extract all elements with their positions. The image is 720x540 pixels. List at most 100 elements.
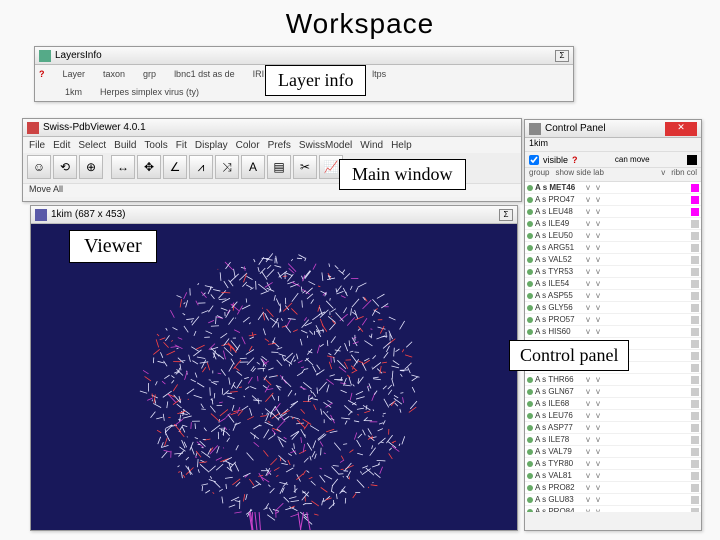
color-swatch[interactable] — [691, 316, 699, 324]
chain-dot-icon — [527, 269, 533, 275]
menu-fit[interactable]: Fit — [176, 140, 187, 151]
list-item[interactable]: A s LEU48vv — [525, 206, 701, 218]
slab-icon[interactable]: ▤ — [267, 155, 291, 179]
viewer-titlebar[interactable]: 1kim (687 x 453) Σ — [31, 206, 517, 224]
chain-dot-icon — [527, 497, 533, 503]
label-icon[interactable]: A — [241, 155, 265, 179]
color-swatch[interactable] — [691, 268, 699, 276]
list-item[interactable]: A s VAL79vv — [525, 446, 701, 458]
v2: v — [593, 471, 603, 480]
v2: v — [593, 399, 603, 408]
color-swatch[interactable] — [691, 472, 699, 480]
color-swatch[interactable] — [691, 388, 699, 396]
viewer-canvas[interactable] — [31, 224, 517, 530]
visible-checkbox[interactable] — [529, 155, 539, 165]
color-swatch[interactable] — [691, 436, 699, 444]
color-swatch[interactable] — [691, 400, 699, 408]
color-swatch[interactable] — [691, 232, 699, 240]
rotate-icon[interactable]: ⟲ — [53, 155, 77, 179]
color-swatch[interactable] — [691, 208, 699, 216]
list-item[interactable]: A s PRO84vv — [525, 506, 701, 512]
menu-prefs[interactable]: Prefs — [268, 140, 291, 151]
list-item[interactable]: A s ILE54vv — [525, 278, 701, 290]
close-icon[interactable]: Σ — [555, 50, 569, 62]
residue-name: A s GLU83 — [535, 495, 583, 504]
list-item[interactable]: A s MET46vv — [525, 182, 701, 194]
list-item[interactable]: A s LEU76vv — [525, 410, 701, 422]
cp-title: Control Panel — [545, 123, 606, 134]
color-swatch[interactable] — [691, 304, 699, 312]
color-swatch[interactable] — [691, 256, 699, 264]
color-swatch[interactable] — [691, 220, 699, 228]
menu-select[interactable]: Select — [78, 140, 106, 151]
list-item[interactable]: A s ILE49vv — [525, 218, 701, 230]
color-swatch[interactable] — [691, 352, 699, 360]
list-item[interactable]: A s ASP77vv — [525, 422, 701, 434]
angle-icon[interactable]: ⩘ — [189, 155, 213, 179]
measure-icon[interactable]: ∠ — [163, 155, 187, 179]
help-icon[interactable]: ? — [572, 155, 578, 165]
menu-file[interactable]: File — [29, 140, 45, 151]
menu-edit[interactable]: Edit — [53, 140, 70, 151]
color-swatch[interactable] — [691, 292, 699, 300]
menu-tools[interactable]: Tools — [144, 140, 167, 151]
panel-icon — [529, 123, 541, 135]
face-icon[interactable]: ☺ — [27, 155, 51, 179]
list-item[interactable]: A s ASP55vv — [525, 290, 701, 302]
center-icon[interactable]: ⊕ — [79, 155, 103, 179]
color-swatch[interactable] — [691, 280, 699, 288]
color-swatch[interactable] — [691, 196, 699, 204]
list-item[interactable]: A s THR66vv — [525, 374, 701, 386]
list-item[interactable]: A s TYR80vv — [525, 458, 701, 470]
cp-titlebar[interactable]: Control Panel ✕ — [525, 120, 701, 138]
color-swatch[interactable] — [691, 412, 699, 420]
close-icon[interactable]: ✕ — [665, 122, 697, 136]
color-swatch[interactable] — [691, 424, 699, 432]
color-swatch[interactable] — [691, 340, 699, 348]
color-swatch[interactable] — [691, 496, 699, 504]
color-swatch[interactable] — [691, 484, 699, 492]
list-item[interactable]: A s TYR53vv — [525, 266, 701, 278]
chain-dot-icon — [527, 437, 533, 443]
list-item[interactable]: A s LEU50vv — [525, 230, 701, 242]
color-swatch[interactable] — [687, 155, 697, 165]
chain-dot-icon — [527, 281, 533, 287]
list-item[interactable]: A s ARG51vv — [525, 242, 701, 254]
menu-help[interactable]: Help — [391, 140, 412, 151]
color-swatch[interactable] — [691, 448, 699, 456]
menu-swissmodel[interactable]: SwissModel — [299, 140, 352, 151]
menu-build[interactable]: Build — [114, 140, 136, 151]
menu-wind[interactable]: Wind — [360, 140, 383, 151]
help-icon[interactable]: ? — [39, 69, 45, 79]
main-titlebar[interactable]: Swiss-PdbViewer 4.0.1 — [23, 119, 521, 137]
color-swatch[interactable] — [691, 244, 699, 252]
list-item[interactable]: A s ILE68vv — [525, 398, 701, 410]
torsion-icon[interactable]: ⤨ — [215, 155, 239, 179]
layer-info-titlebar[interactable]: LayersInfo Σ — [35, 47, 573, 65]
zoom-icon[interactable]: ↔ — [111, 155, 135, 179]
list-item[interactable]: A s GLN67vv — [525, 386, 701, 398]
list-item[interactable]: A s ILE78vv — [525, 434, 701, 446]
translate-icon[interactable]: ✥ — [137, 155, 161, 179]
menu-color[interactable]: Color — [236, 140, 260, 151]
color-swatch[interactable] — [691, 508, 699, 513]
list-item[interactable]: A s GLU83vv — [525, 494, 701, 506]
list-item[interactable]: A s VAL52vv — [525, 254, 701, 266]
list-item[interactable]: A s PRO57vv — [525, 314, 701, 326]
menu-display[interactable]: Display — [195, 140, 228, 151]
color-swatch[interactable] — [691, 184, 699, 192]
color-swatch[interactable] — [691, 376, 699, 384]
close-icon[interactable]: Σ — [499, 209, 513, 221]
color-swatch[interactable] — [691, 460, 699, 468]
residue-name: A s THR66 — [535, 375, 583, 384]
color-swatch[interactable] — [691, 364, 699, 372]
list-item[interactable]: A s VAL81vv — [525, 470, 701, 482]
cut-icon[interactable]: ✂ — [293, 155, 317, 179]
col-layer: Layer — [63, 69, 86, 79]
list-item[interactable]: A s PRO82vv — [525, 482, 701, 494]
list-item[interactable]: A s HIS60vv — [525, 326, 701, 338]
list-item[interactable]: A s PRO47vv — [525, 194, 701, 206]
chain-dot-icon — [527, 305, 533, 311]
list-item[interactable]: A s GLY56vv — [525, 302, 701, 314]
color-swatch[interactable] — [691, 328, 699, 336]
